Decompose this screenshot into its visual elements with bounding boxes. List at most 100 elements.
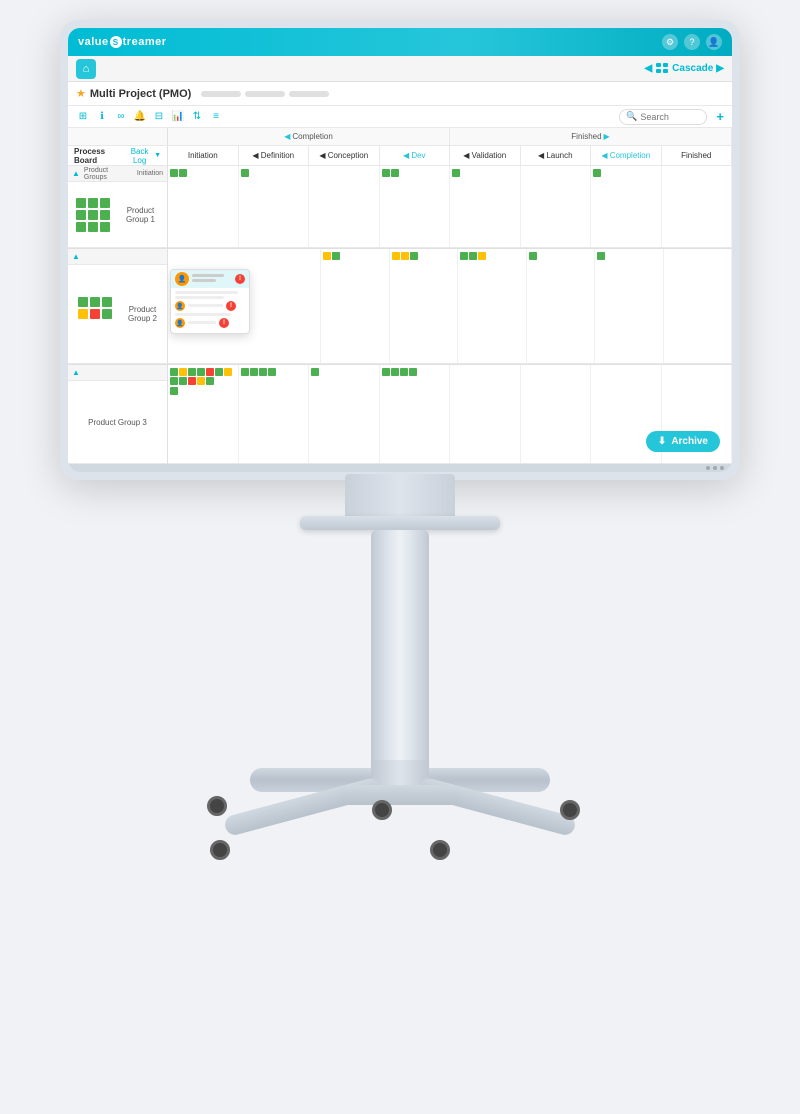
card-small-avatar: 👤 (175, 301, 185, 311)
back-log-chevron: ▼ (154, 152, 161, 159)
card-body: 👤 ! 👤 ! (171, 288, 249, 333)
phase-completion: ◀ Completion (168, 128, 450, 145)
group-1-chevron[interactable]: ▲ (72, 169, 80, 178)
phase-items: ◀ Completion Finished ▶ (168, 128, 732, 145)
link-icon[interactable]: ∞ (114, 110, 128, 124)
search-icon: 🔍 (626, 111, 637, 122)
grid-icon[interactable]: ⊞ (76, 110, 90, 124)
cell-1-5 (450, 166, 521, 247)
tile (170, 387, 178, 395)
phase-completion-arrow: ◀ (284, 132, 290, 141)
cell-1-6 (521, 166, 592, 247)
group-3-chevron[interactable]: ▲ (72, 368, 80, 377)
group-header-1: ▲ Product Groups Initiation (68, 166, 167, 182)
stand-pole (371, 530, 429, 790)
stand-arm-front (340, 785, 460, 805)
card-popup[interactable]: 👤 ! (170, 269, 250, 334)
board-header: Process Board Back Log ▼ (68, 146, 167, 166)
chart-icon[interactable]: 📊 (171, 110, 185, 124)
tile (179, 368, 187, 376)
tile (224, 368, 232, 376)
col-hdr-launch: ◀ Launch (521, 146, 592, 165)
mini-tile (88, 210, 98, 220)
stand-shelf (300, 516, 500, 530)
group-2-name: Product Group 2 (122, 301, 163, 327)
filter-icon[interactable]: ≡ (209, 110, 223, 124)
data-row-3 (168, 364, 732, 464)
mini-tile (78, 297, 88, 307)
mini-tile (88, 198, 98, 208)
group-row-2: ▲ (68, 248, 167, 364)
cell-2-7 (664, 249, 732, 363)
cascade-arrow-right: ▶ (716, 63, 724, 74)
tile (268, 368, 276, 376)
tile (259, 368, 267, 376)
project-tab-3[interactable] (289, 91, 329, 97)
group-2-chevron[interactable]: ▲ (72, 252, 80, 261)
cascade-button[interactable]: ◀ Cascade ▶ (644, 62, 724, 76)
add-button[interactable]: + (716, 109, 724, 124)
wheel-left (210, 840, 230, 860)
tile (391, 368, 399, 376)
card-body-line (175, 291, 238, 294)
top-bar: valueStreamer ⚙ ? 👤 (68, 28, 732, 56)
archive-button[interactable]: ⬇ Archive (646, 431, 720, 452)
tiles-row (323, 252, 340, 260)
column-headers: Initiation ◀ Definition ◀ Conception ◀ D… (168, 146, 732, 166)
mini-tile (100, 210, 110, 220)
data-row-2: 👤 ! (168, 248, 732, 364)
cell-1-1 (168, 166, 239, 247)
card-error-badge-3: ! (219, 318, 229, 328)
tile (188, 368, 196, 376)
tile (323, 252, 331, 260)
group-1-mini-grid (72, 194, 114, 236)
card-body-meta (188, 304, 223, 307)
mini-tile (102, 309, 112, 319)
project-tabs (201, 91, 329, 97)
project-tab-1[interactable] (201, 91, 241, 97)
wheel-back-left (207, 796, 227, 816)
cell-2-2 (321, 249, 389, 363)
card-small-avatar-2: 👤 (175, 318, 185, 328)
home-button[interactable]: ⌂ (76, 59, 96, 79)
phase-finished: Finished ▶ (450, 128, 732, 145)
info-icon[interactable]: ℹ (95, 110, 109, 124)
card-text-lines (192, 274, 232, 284)
bell-icon[interactable]: 🔔 (133, 110, 147, 124)
layout-icon[interactable]: ⊟ (152, 110, 166, 124)
tile (382, 368, 390, 376)
toolbar: ⊞ ℹ ∞ 🔔 ⊟ 📊 ⇅ ≡ 🔍 + (68, 106, 732, 128)
tile (401, 252, 409, 260)
settings-icon[interactable]: ⚙ (662, 34, 678, 50)
tiles-row-2 (170, 387, 178, 395)
tile (409, 368, 417, 376)
card-avatar: 👤 (175, 272, 189, 286)
tile (452, 169, 460, 177)
tiles-row (392, 252, 418, 260)
tiles-row (170, 368, 236, 385)
archive-icon: ⬇ (658, 436, 666, 447)
back-log-label: Back Log (127, 147, 152, 165)
sort-icon[interactable]: ⇅ (190, 110, 204, 124)
monitor: valueStreamer ⚙ ? 👤 ⌂ ◀ (60, 20, 740, 480)
card-error-badge-2: ! (226, 301, 236, 311)
card-body-row-2: 👤 ! (175, 318, 245, 328)
search-box[interactable]: 🔍 (619, 109, 707, 125)
tiles-row (382, 169, 399, 177)
user-icon[interactable]: 👤 (706, 34, 722, 50)
tile (179, 377, 187, 385)
help-icon[interactable]: ? (684, 34, 700, 50)
search-input[interactable] (640, 112, 700, 122)
phase-finished-arrow: ▶ (604, 132, 610, 141)
project-tab-2[interactable] (245, 91, 285, 97)
star-icon: ★ (76, 87, 86, 100)
col-hdr-completion: ◀ Completion (591, 146, 662, 165)
back-log-button[interactable]: Back Log ▼ (127, 147, 161, 165)
cell-1-7 (591, 166, 662, 247)
card-body-line (175, 313, 231, 316)
card-popup-header: 👤 ! (171, 270, 249, 288)
tiles-row (241, 368, 276, 376)
tile (469, 252, 477, 260)
mini-tile (102, 297, 112, 307)
cell-3-1 (168, 365, 239, 463)
